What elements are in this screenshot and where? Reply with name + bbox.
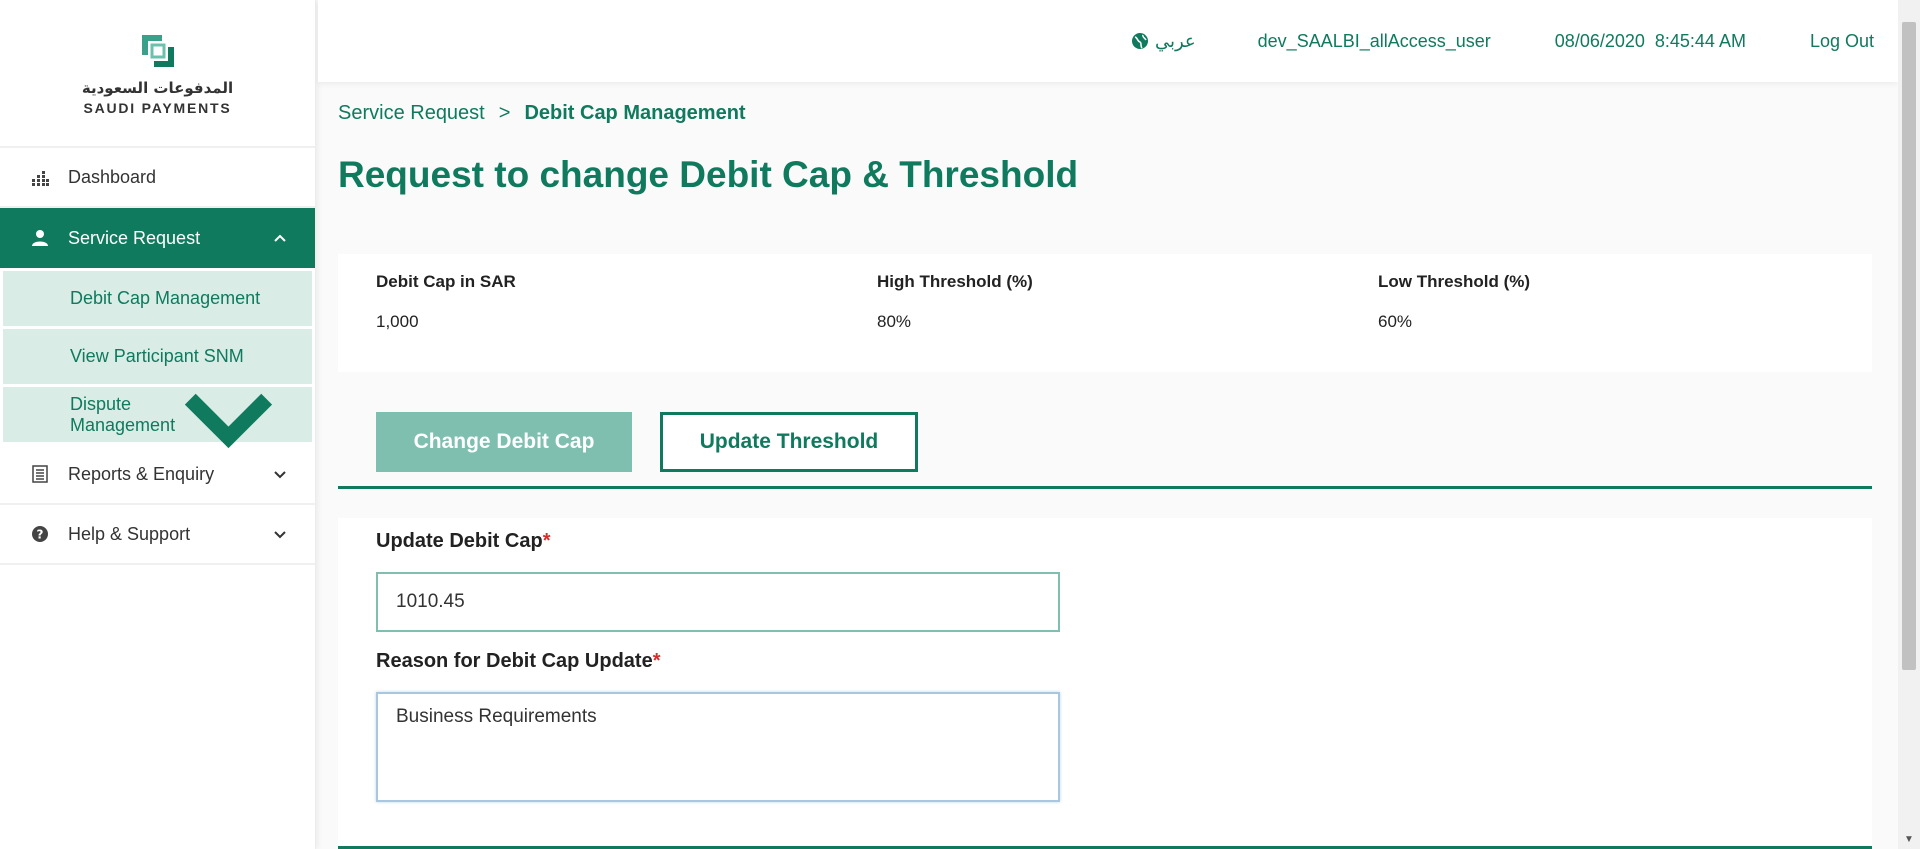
top-header: عربي dev_SAALBI_allAccess_user 08/06/202… <box>318 0 1898 82</box>
reason-textarea[interactable]: Business Requirements <box>376 692 1060 802</box>
breadcrumb: Service Request > Debit Cap Management <box>338 102 746 125</box>
tabs-divider <box>338 486 1872 489</box>
breadcrumb-separator: > <box>498 102 511 124</box>
main-content: Service Request > Debit Cap Management R… <box>338 82 1872 849</box>
language-label: عربي <box>1154 30 1196 51</box>
summary-label: Debit Cap in SAR <box>376 272 516 291</box>
svg-text:?: ? <box>37 528 44 542</box>
sidebar-item-label: Help & Support <box>68 523 191 544</box>
brand-name-arabic: المدفوعات السعودية <box>81 78 234 97</box>
summary-low-threshold: Low Threshold (%) 60% <box>1378 272 1530 332</box>
chevron-up-icon[interactable] <box>273 231 287 245</box>
summary-value: 60% <box>1378 312 1413 331</box>
change-debit-cap-button[interactable]: Change Debit Cap <box>376 412 632 472</box>
sidebar: المدفوعات السعودية SAUDI PAYMENTS Dashbo… <box>0 0 316 849</box>
datetime: 08/06/2020 8:45:44 AM <box>1554 30 1746 51</box>
language-switch[interactable]: عربي <box>1131 31 1196 52</box>
saudi-payments-logo-icon <box>141 34 174 67</box>
breadcrumb-current: Debit Cap Management <box>524 102 746 124</box>
username: dev_SAALBI_allAccess_user <box>1257 30 1491 51</box>
summary-debit-cap: Debit Cap in SAR 1,000 <box>376 272 516 332</box>
globe-icon <box>1131 33 1148 49</box>
debit-cap-input[interactable] <box>376 572 1060 632</box>
summary-value: 1,000 <box>376 312 419 331</box>
scroll-down-arrow-icon[interactable]: ▼ <box>1898 829 1920 849</box>
sidebar-subitem-label: Dispute Management <box>70 393 176 435</box>
breadcrumb-service-request[interactable]: Service Request <box>338 102 485 125</box>
reason-label-text: Reason for Debit Cap Update <box>376 650 653 672</box>
debit-cap-label-text: Update Debit Cap <box>376 530 543 552</box>
logout-link[interactable]: Log Out <box>1810 31 1874 52</box>
sidebar-item-service-request[interactable]: Service Request <box>0 208 315 268</box>
summary-high-threshold: High Threshold (%) 80% <box>877 272 1033 332</box>
required-mark: * <box>652 650 661 672</box>
sidebar-item-help-support[interactable]: ? Help & Support <box>0 505 315 565</box>
summary-label: High Threshold (%) <box>877 272 1033 291</box>
user-icon <box>30 228 50 248</box>
reason-label: Reason for Debit Cap Update* <box>376 650 661 673</box>
update-threshold-button[interactable]: Update Threshold <box>660 412 918 472</box>
sidebar-item-dashboard[interactable]: Dashboard <box>0 148 315 208</box>
report-icon <box>30 464 50 484</box>
sidebar-item-label: Dashboard <box>68 166 157 187</box>
current-limits-summary: Debit Cap in SAR 1,000 High Threshold (%… <box>338 254 1872 372</box>
chevron-down-icon[interactable] <box>273 467 287 481</box>
dashboard-icon <box>30 167 50 187</box>
summary-label: Low Threshold (%) <box>1378 272 1531 291</box>
sidebar-item-label: Reports & Enquiry <box>68 463 215 484</box>
chevron-down-icon[interactable] <box>175 361 282 468</box>
brand-logo[interactable]: المدفوعات السعودية SAUDI PAYMENTS <box>0 0 315 148</box>
required-mark: * <box>542 530 551 552</box>
summary-value: 80% <box>877 312 912 331</box>
scrollbar-thumb[interactable] <box>1902 22 1916 670</box>
sidebar-item-label: Service Request <box>68 227 201 248</box>
help-icon: ? <box>30 524 50 544</box>
page-title: Request to change Debit Cap & Threshold <box>338 154 1079 195</box>
vertical-scrollbar[interactable]: ▼ <box>1898 0 1920 849</box>
debit-cap-form: Update Debit Cap* Reason for Debit Cap U… <box>338 518 1872 849</box>
debit-cap-label: Update Debit Cap* <box>376 530 550 553</box>
sidebar-subitem-dispute-management[interactable]: Dispute Management <box>3 387 312 449</box>
sidebar-subitem-debit-cap-management[interactable]: Debit Cap Management <box>3 271 312 326</box>
chevron-down-icon[interactable] <box>273 527 287 541</box>
sidebar-subitem-label: Debit Cap Management <box>70 288 261 308</box>
brand-name-english: SAUDI PAYMENTS <box>83 99 232 116</box>
